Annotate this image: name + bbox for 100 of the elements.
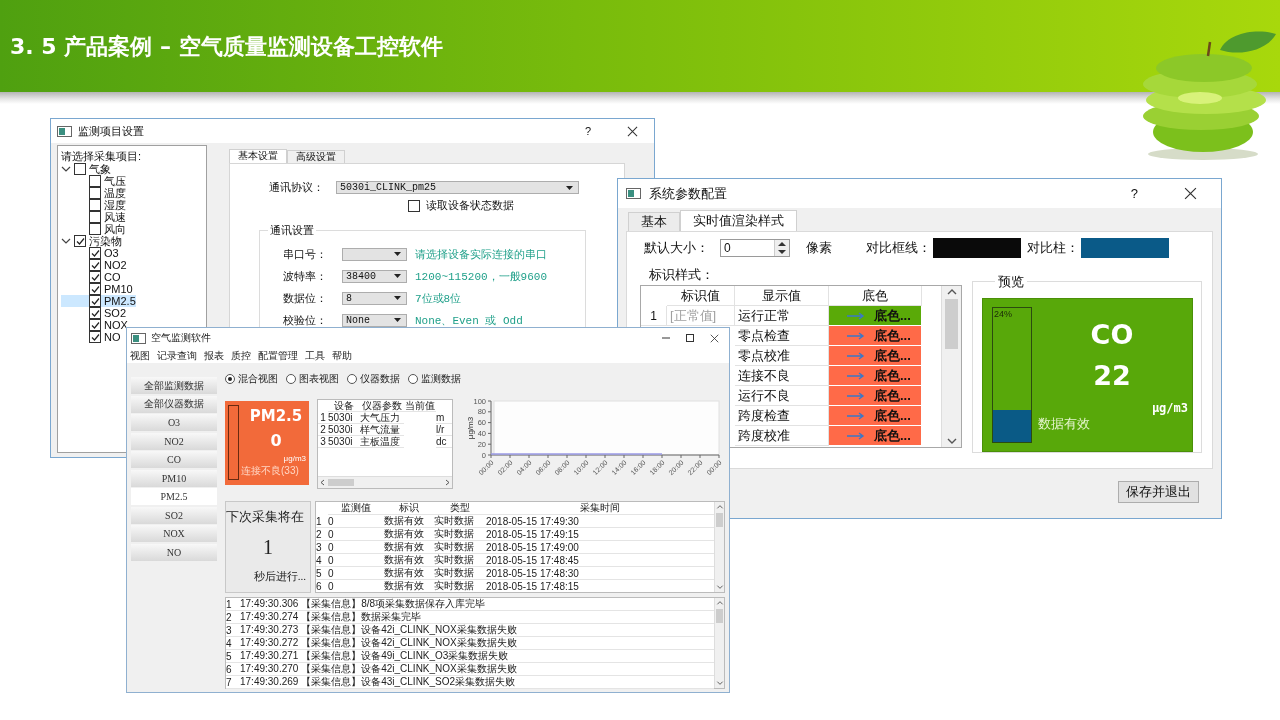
tab[interactable]: 基本 bbox=[628, 212, 680, 231]
color-cell[interactable]: 底色... bbox=[829, 386, 922, 406]
menu-item[interactable]: 帮助 bbox=[332, 348, 352, 363]
chevron-up-icon[interactable] bbox=[945, 288, 958, 296]
color-cell[interactable]: 底色... bbox=[829, 406, 922, 426]
checkbox[interactable] bbox=[89, 295, 101, 307]
checkbox[interactable] bbox=[89, 319, 101, 331]
color-cell[interactable]: 底色... bbox=[829, 346, 922, 366]
checkbox[interactable] bbox=[89, 175, 101, 187]
tree-item[interactable]: NO2 bbox=[61, 259, 127, 271]
help-button[interactable]: ? bbox=[1130, 186, 1138, 201]
checkbox[interactable] bbox=[89, 331, 101, 343]
tab[interactable]: 基本设置 bbox=[229, 149, 287, 163]
scroll-thumb[interactable] bbox=[944, 299, 959, 349]
chevron-right-icon[interactable] bbox=[445, 479, 450, 486]
chevron-down-icon[interactable] bbox=[715, 584, 724, 590]
color-swatch[interactable] bbox=[1081, 238, 1169, 258]
tree-item[interactable]: PM10 bbox=[61, 283, 133, 295]
tree-item[interactable]: NOX bbox=[61, 319, 128, 331]
color-cell[interactable]: 底色... bbox=[829, 426, 922, 446]
sidebar-button[interactable]: PM10 bbox=[131, 469, 217, 487]
tree-item[interactable]: 风速 bbox=[61, 211, 126, 223]
dropdown[interactable]: None bbox=[342, 313, 407, 327]
tree-item[interactable]: O3 bbox=[61, 247, 119, 259]
checkbox[interactable] bbox=[89, 211, 101, 223]
scroll-thumb[interactable] bbox=[716, 609, 723, 623]
radio-button[interactable] bbox=[225, 374, 235, 384]
menu-item[interactable]: 工具 bbox=[305, 348, 325, 363]
sidebar-button[interactable]: CO bbox=[131, 451, 217, 468]
chevron-up-icon[interactable] bbox=[715, 600, 724, 606]
help-button[interactable]: ? bbox=[584, 125, 591, 137]
sidebar-button[interactable]: O3 bbox=[131, 414, 217, 431]
close-icon[interactable] bbox=[627, 125, 638, 137]
checkbox[interactable] bbox=[408, 199, 420, 212]
checkbox[interactable] bbox=[74, 163, 86, 175]
axis-title: μg/m3 bbox=[466, 416, 475, 440]
tab[interactable]: 实时值渲染样式 bbox=[680, 210, 797, 231]
color-cell[interactable]: 底色... bbox=[829, 366, 922, 386]
dropdown[interactable]: 8 bbox=[342, 291, 407, 305]
tree-item[interactable]: 气象 bbox=[61, 163, 111, 175]
scrollbar[interactable] bbox=[941, 286, 961, 447]
menu-item[interactable]: 记录查询 bbox=[157, 348, 197, 363]
dropdown[interactable]: 38400 bbox=[342, 269, 407, 283]
log-entry: 17:49:30.269 【采集信息】设备43i_CLINK_SO2采集数据失败 bbox=[240, 676, 714, 689]
tab[interactable]: 高级设置 bbox=[287, 150, 345, 163]
checkbox[interactable] bbox=[89, 271, 101, 283]
checkbox[interactable] bbox=[74, 235, 86, 247]
sidebar-button[interactable]: 全部仪器数据 bbox=[131, 395, 217, 413]
chevron-icon[interactable] bbox=[61, 236, 71, 246]
sidebar-button[interactable]: NO2 bbox=[131, 432, 217, 450]
menu-item[interactable]: 报表 bbox=[204, 348, 224, 363]
scroll-thumb[interactable] bbox=[716, 513, 723, 527]
color-cell[interactable]: 底色... bbox=[829, 306, 922, 326]
color-cell[interactable]: 底色... bbox=[829, 326, 922, 346]
dropdown[interactable]: 5030i_CLINK_pm25 bbox=[336, 181, 579, 194]
tree-item[interactable]: 气压 bbox=[61, 175, 126, 187]
checkbox[interactable] bbox=[89, 283, 101, 295]
radio-button[interactable] bbox=[408, 374, 418, 384]
menu-item[interactable]: 质控 bbox=[231, 348, 251, 363]
radio-button[interactable] bbox=[286, 374, 296, 384]
checkbox[interactable] bbox=[89, 307, 101, 319]
status-text: 数据有效 bbox=[1038, 415, 1090, 433]
tree-item[interactable]: SO2 bbox=[61, 307, 126, 319]
scrollbar[interactable] bbox=[714, 598, 724, 688]
reading-value: 22 bbox=[1093, 360, 1131, 391]
checkbox[interactable] bbox=[89, 187, 101, 199]
chevron-icon[interactable] bbox=[61, 164, 71, 174]
sidebar-button[interactable]: NOX bbox=[131, 525, 217, 542]
chevron-down-icon[interactable] bbox=[945, 437, 958, 445]
tree-item[interactable]: PM2.5 bbox=[61, 295, 136, 307]
sidebar-button[interactable]: NO bbox=[131, 543, 217, 561]
sidebar-button[interactable]: SO2 bbox=[131, 506, 217, 524]
tree-item[interactable]: 风向 bbox=[61, 223, 126, 235]
checkbox[interactable] bbox=[89, 259, 101, 271]
chevron-left-icon[interactable] bbox=[320, 479, 325, 486]
tree-item[interactable]: 湿度 bbox=[61, 199, 126, 211]
chevron-up-icon[interactable] bbox=[715, 504, 724, 510]
close-icon[interactable] bbox=[710, 333, 719, 343]
save-button[interactable]: 保存并退出 bbox=[1118, 481, 1199, 503]
scrollbar[interactable] bbox=[318, 476, 452, 488]
tree-item[interactable]: 污染物 bbox=[61, 235, 122, 247]
tree-item[interactable]: CO bbox=[61, 271, 121, 283]
spin-arrows-icon[interactable] bbox=[774, 240, 789, 256]
maximize-icon[interactable] bbox=[686, 334, 694, 342]
menu-item[interactable]: 配置管理 bbox=[258, 348, 298, 363]
color-swatch[interactable] bbox=[933, 238, 1021, 258]
scroll-thumb[interactable] bbox=[328, 479, 354, 486]
chevron-down-icon[interactable] bbox=[715, 680, 724, 686]
checkbox[interactable] bbox=[89, 199, 101, 211]
checkbox[interactable] bbox=[89, 247, 101, 259]
sidebar-button[interactable]: PM2.5 bbox=[131, 488, 217, 505]
scrollbar[interactable] bbox=[714, 502, 724, 592]
checkbox[interactable] bbox=[89, 223, 101, 235]
menu-item[interactable]: 视图 bbox=[130, 348, 150, 363]
sidebar-button[interactable]: 全部监测数据 bbox=[131, 377, 217, 394]
number-field[interactable]: 0 bbox=[720, 239, 790, 257]
tree-item[interactable]: 温度 bbox=[61, 187, 126, 199]
close-icon[interactable] bbox=[1184, 187, 1197, 200]
radio-button[interactable] bbox=[347, 374, 357, 384]
tree-item[interactable]: NO bbox=[61, 331, 121, 343]
